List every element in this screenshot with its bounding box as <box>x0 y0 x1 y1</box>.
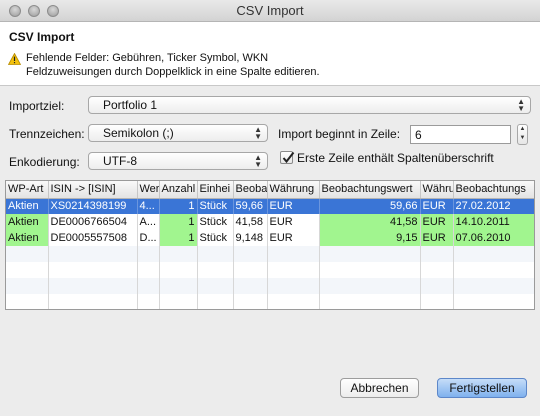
table-header-row: WP-Art ISIN -> [ISIN] Wer Anzahl Einhei … <box>6 181 534 199</box>
table-cell: 27.02.2012 <box>453 198 534 214</box>
table-cell: Stück <box>197 230 234 246</box>
table-cell: 41,58 <box>233 214 268 230</box>
table-cell: EUR <box>267 214 320 230</box>
header-panel: CSV Import Fehlende Felder: Gebühren, Ti… <box>0 22 540 86</box>
trennzeichen-value: Semikolon (;) <box>103 126 174 140</box>
table-cell: 59,66 <box>233 198 268 214</box>
popup-arrows-icon: ▲ ▼ <box>254 153 262 169</box>
table-cell: D... <box>137 230 160 246</box>
empty-row <box>6 246 534 262</box>
table-cell: XS0214398199 <box>48 198 138 214</box>
column-header[interactable]: Beobachtungswert <box>319 181 421 199</box>
importziel-label: Importziel: <box>9 99 65 113</box>
table-row[interactable]: Aktien DE0006766504 A... 1 Stück 41,58 E… <box>6 214 534 230</box>
table-cell: Aktien <box>6 230 49 246</box>
table-cell: 07.06.2010 <box>453 230 534 246</box>
import-start-stepper[interactable]: ▲ ▼ <box>517 124 528 145</box>
empty-row <box>6 262 534 278</box>
column-header[interactable]: Beoba <box>233 181 268 199</box>
column-header[interactable]: Beobachtungs <box>453 181 534 199</box>
table-cell: A... <box>137 214 160 230</box>
checkmark-icon <box>282 151 295 164</box>
table-cell: Aktien <box>6 214 49 230</box>
column-header[interactable]: Währu <box>420 181 454 199</box>
import-start-field[interactable]: 6 <box>410 125 511 144</box>
popup-arrows-icon: ▲ ▼ <box>254 125 262 141</box>
table-cell: Aktien <box>6 198 49 214</box>
column-header[interactable]: Wer <box>137 181 160 199</box>
table-row[interactable]: Aktien XS0214398199 4... 1 Stück 59,66 E… <box>6 198 534 214</box>
table-cell: 59,66 <box>319 198 421 214</box>
enkodierung-label: Enkodierung: <box>9 155 80 169</box>
header-row-label: Erste Zeile enthält Spaltenüberschrift <box>297 151 494 165</box>
column-header[interactable]: Währung <box>267 181 320 199</box>
importziel-select[interactable]: Portfolio 1 ▲ ▼ <box>88 96 531 114</box>
table-cell: 1 <box>159 198 198 214</box>
popup-arrows-icon: ▲ ▼ <box>517 97 525 113</box>
trennzeichen-select[interactable]: Semikolon (;) ▲ ▼ <box>88 124 268 142</box>
table-cell: EUR <box>267 198 320 214</box>
warning-icon <box>8 53 21 65</box>
title-bar: CSV Import <box>0 0 540 22</box>
table-cell: 41,58 <box>319 214 421 230</box>
page-title: CSV Import <box>9 30 75 44</box>
enkodierung-value: UTF-8 <box>103 154 137 168</box>
table-cell: DE0006766504 <box>48 214 138 230</box>
import-start-label: Import beginnt in Zeile: <box>278 127 401 141</box>
table-cell: 9,15 <box>319 230 421 246</box>
table-cell: EUR <box>267 230 320 246</box>
preview-table[interactable]: WP-Art ISIN -> [ISIN] Wer Anzahl Einhei … <box>5 180 535 310</box>
enkodierung-select[interactable]: UTF-8 ▲ ▼ <box>88 152 268 170</box>
table-cell: 4... <box>137 198 160 214</box>
finish-button[interactable]: Fertigstellen <box>437 378 527 398</box>
table-row[interactable]: Aktien DE0005557508 D... 1 Stück 9,148 E… <box>6 230 534 246</box>
empty-row <box>6 278 534 294</box>
table-cell: Stück <box>197 214 234 230</box>
warning-message: Fehlende Felder: Gebühren, Ticker Symbol… <box>26 51 320 79</box>
trennzeichen-label: Trennzeichen: <box>9 127 85 141</box>
importziel-value: Portfolio 1 <box>103 98 158 112</box>
table-cell: 14.10.2011 <box>453 214 534 230</box>
warning-message-line2: Feldzuweisungen durch Doppelklick in ein… <box>26 66 320 78</box>
empty-row <box>6 294 534 309</box>
column-header[interactable]: WP-Art <box>6 181 49 199</box>
header-row-checkbox[interactable] <box>280 151 295 164</box>
cancel-button[interactable]: Abbrechen <box>340 378 419 398</box>
column-header[interactable]: Anzahl <box>159 181 198 199</box>
table-cell: 9,148 <box>233 230 268 246</box>
table-cell: 1 <box>159 230 198 246</box>
table-cell: EUR <box>420 214 454 230</box>
table-cell: Stück <box>197 198 234 214</box>
window-title: CSV Import <box>236 3 304 18</box>
table-cell: 1 <box>159 214 198 230</box>
column-header[interactable]: ISIN -> [ISIN] <box>48 181 138 199</box>
warning-message-line1: Fehlende Felder: Gebühren, Ticker Symbol… <box>26 52 269 64</box>
table-cell: DE0005557508 <box>48 230 138 246</box>
table-cell: EUR <box>420 230 454 246</box>
table-cell: EUR <box>420 198 454 214</box>
column-header[interactable]: Einhei <box>197 181 234 199</box>
